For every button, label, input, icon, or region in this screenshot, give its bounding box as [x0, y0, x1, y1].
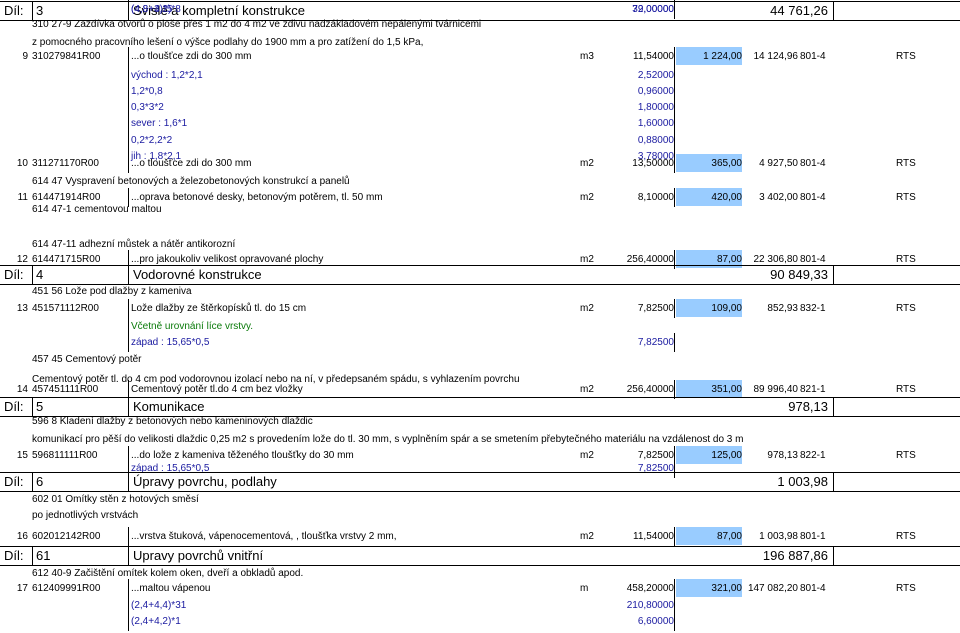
item-description: ...o tloušťce zdi do 300 mm — [131, 51, 252, 62]
item-unit-price[interactable]: 109,00 — [676, 299, 742, 317]
item-number: 9 — [22, 51, 28, 62]
item-row: 10 311271170R00 ...o tloušťce zdi do 300… — [0, 154, 960, 173]
section-price: 1 003,98 — [777, 474, 828, 489]
item-description: ...o tloušťce zdi do 300 mm — [131, 158, 252, 169]
section-name: Úpravy povrchu, podlahy — [128, 473, 834, 491]
item-quantity: 13,50000 — [632, 158, 674, 169]
item-unit-price[interactable]: 87,00 — [676, 527, 742, 545]
item-code: 310279841R00 — [32, 51, 101, 62]
item-code: 451571112R00 — [32, 303, 99, 314]
note-row: 596 8 Kladení dlažby z betonových nebo k… — [0, 412, 960, 431]
item-source: RTS — [896, 531, 916, 542]
item-unit: m2 — [580, 531, 594, 542]
item-total: 14 124,96 — [753, 51, 799, 62]
calc-text: (4,8+3)*5 — [131, 4, 173, 15]
item-total: 1 003,98 — [759, 531, 798, 542]
section-code: 6 — [32, 473, 122, 491]
section-code: 61 — [32, 547, 122, 565]
note-row: 457 45 Cementový potěr — [0, 350, 960, 369]
section-label: Díl: — [4, 474, 24, 489]
budget-sheet: Díl: 3 Svislé a kompletní konstrukce 44 … — [0, 0, 960, 633]
item-quantity: 11,54000 — [633, 531, 674, 542]
item-class: 801-1 — [800, 531, 826, 542]
note-text: 614 47-1 cementovou maltou — [32, 204, 162, 215]
item-unit: m3 — [580, 51, 594, 62]
item-unit: m2 — [580, 303, 594, 314]
note-text: 457 45 Cementový potěr — [32, 354, 142, 365]
item-code: 602012142R00 — [32, 531, 101, 542]
item-unit: m2 — [580, 158, 594, 169]
item-unit-price[interactable]: 365,00 — [676, 154, 742, 172]
calc-quantity: 39,00000 — [632, 4, 674, 15]
note-text: po jednotlivých vrstvách — [32, 510, 139, 521]
section-row: Díl: 61 Upravy povrchů vnitřní 196 887,86 — [0, 546, 960, 566]
item-unit-price[interactable]: 1 224,00 — [676, 47, 742, 65]
item-source: RTS — [896, 51, 916, 62]
item-quantity: 11,54000 — [633, 51, 674, 62]
item-number: 13 — [16, 303, 28, 314]
item-description: ...vrstva štuková, vápenocementová, , tl… — [131, 531, 397, 542]
item-source: RTS — [896, 158, 916, 169]
item-number: 16 — [16, 531, 28, 542]
item-total: 4 927,50 — [759, 158, 798, 169]
item-description: Lože dlažby ze štěrkopísků tl. do 15 cm — [131, 303, 307, 314]
item-source: RTS — [896, 303, 916, 314]
item-number: 10 — [16, 158, 28, 169]
item-quantity: 7,82500 — [637, 303, 674, 314]
item-total: 852,93 — [767, 303, 798, 314]
section-row: Díl: 6 Úpravy povrchu, podlahy 1 003,98 — [0, 472, 960, 492]
calc-text: (2,4+4,2)*1 — [131, 616, 181, 627]
item-class: 801-4 — [800, 158, 826, 169]
item-code: 311271170R00 — [32, 158, 99, 169]
note-text: 596 8 Kladení dlažby z betonových nebo k… — [32, 416, 313, 427]
calc-row: (4,8+3)*5 39,00000 — [0, 0, 960, 19]
item-unit-price[interactable]: 351,00 — [676, 380, 742, 398]
item-unit-price[interactable]: 321,00 — [676, 579, 742, 597]
item-row: 9 310279841R00 ...o tloušťce zdi do 300 … — [0, 47, 960, 66]
section-name: Upravy povrchů vnitřní — [128, 547, 834, 565]
section-price: 196 887,86 — [762, 548, 828, 563]
item-class: 801-4 — [800, 51, 826, 62]
item-class: 832-1 — [800, 303, 826, 314]
item-row: 13 451571112R00 Lože dlažby ze štěrkopísků… — [0, 299, 960, 318]
calc-quantity: 6,60000 — [637, 616, 674, 627]
calc-row: (2,4+4,2)*1 6,60000 — [0, 612, 960, 631]
note-row: po jednotlivých vrstvách — [0, 506, 960, 525]
item-row: 16 602012142R00 ...vrstva štuková, vápenoc… — [0, 527, 960, 546]
section-label: Díl: — [4, 548, 24, 563]
